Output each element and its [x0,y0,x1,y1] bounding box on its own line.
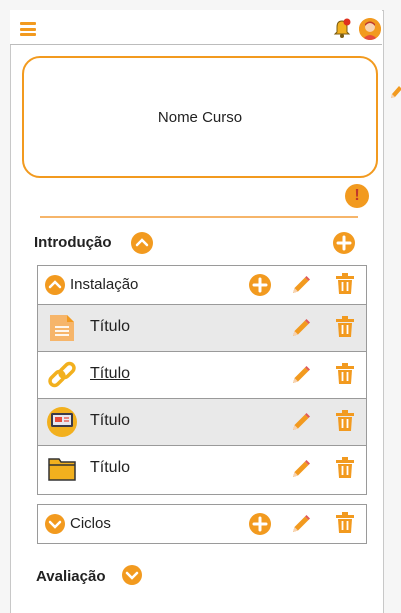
list-item[interactable]: Título [38,398,366,445]
edit-pencil-icon[interactable] [290,274,312,296]
trash-icon[interactable] [335,457,355,479]
item-title-link[interactable]: Título [90,365,130,383]
add-item-button[interactable] [249,513,271,535]
group-title: Instalação [70,276,139,293]
item-title: Título [90,318,131,335]
group-header: Instalação [38,266,366,302]
trash-icon[interactable] [335,316,355,338]
trash-icon[interactable] [335,410,355,432]
trash-icon[interactable] [335,273,355,295]
chevron-down-icon[interactable] [45,514,65,534]
edit-pencil-icon[interactable] [290,411,312,433]
trash-icon[interactable] [335,512,355,534]
bell-icon[interactable] [333,18,351,40]
edit-pencil-icon[interactable] [290,458,312,480]
chevron-up-icon[interactable] [131,232,153,254]
list-item[interactable]: Título [38,304,366,351]
group-title: Ciclos [70,515,111,532]
info-button[interactable]: ! [345,184,369,208]
chevron-up-icon[interactable] [45,275,65,295]
edit-pencil-icon[interactable] [290,317,312,339]
section-title-avaliacao: Avaliação [36,568,106,585]
item-title: Título [90,459,131,476]
group-instalacao: Instalação Título Título Título Título [37,265,367,495]
top-bar [10,10,382,45]
course-card[interactable]: Nome Curso [22,56,378,178]
add-item-button[interactable] [249,274,271,296]
edit-pencil-icon[interactable] [290,513,312,535]
add-section-item-button[interactable] [333,232,355,254]
chevron-down-icon[interactable] [122,565,142,585]
user-avatar[interactable] [359,18,381,40]
link-icon [47,360,77,390]
divider [40,216,358,218]
hamburger-icon[interactable] [20,22,36,36]
list-item[interactable]: Título [38,445,366,492]
edit-pencil-icon[interactable] [290,364,312,386]
edit-course-pencil-icon[interactable] [389,84,401,100]
folder-icon [47,454,77,484]
item-title: Título [90,412,131,429]
presentation-icon [47,407,77,437]
section-title-introducao: Introdução [34,234,112,251]
trash-icon[interactable] [335,363,355,385]
group-header: Ciclos [38,505,366,541]
group-ciclos: Ciclos [37,504,367,544]
document-icon [47,313,77,343]
course-name: Nome Curso [157,108,243,126]
list-item[interactable]: Título [38,351,366,398]
